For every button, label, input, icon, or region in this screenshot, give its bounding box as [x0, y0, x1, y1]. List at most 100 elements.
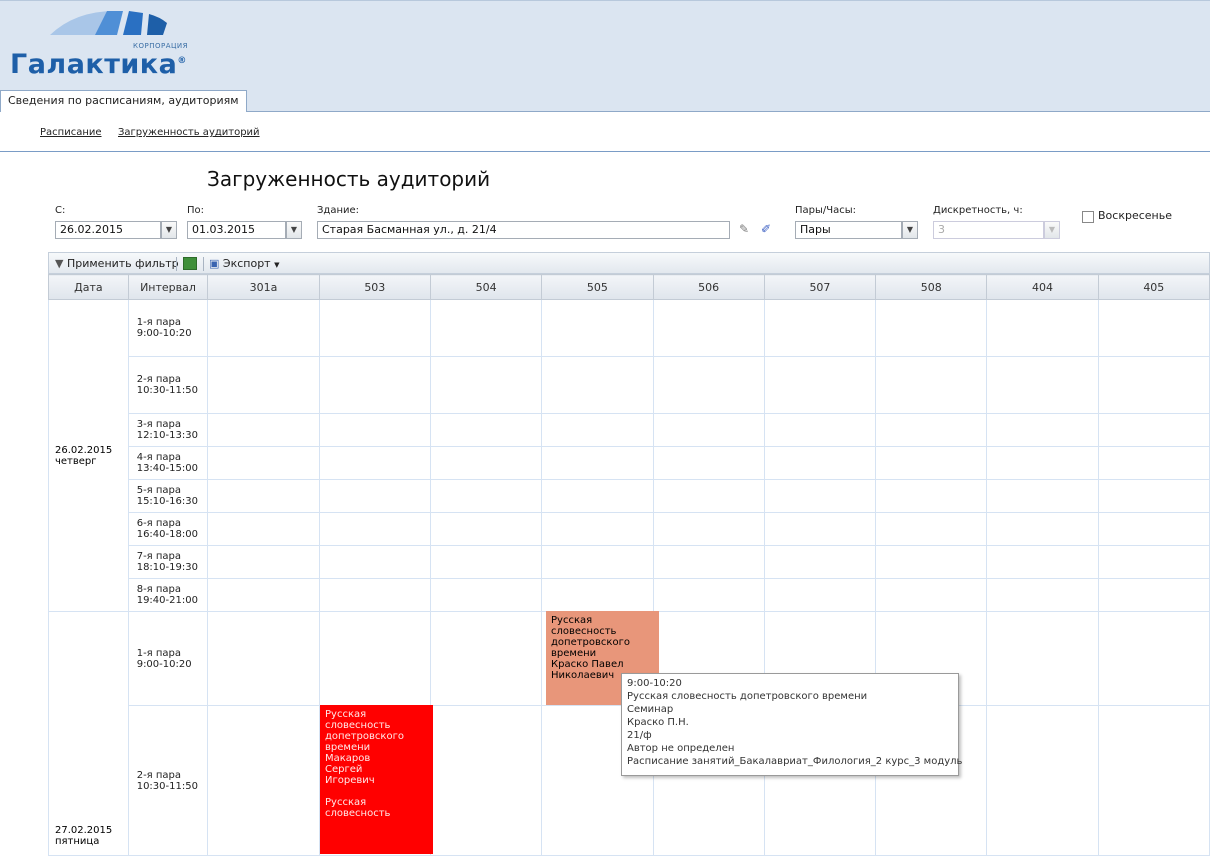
column-header[interactable]: 508: [875, 274, 988, 300]
column-header[interactable]: 507: [763, 274, 877, 300]
room-slot-cell[interactable]: [429, 479, 543, 513]
pairs-select[interactable]: Пары: [795, 221, 902, 239]
column-header[interactable]: 506: [652, 274, 765, 300]
room-slot-cell[interactable]: [429, 413, 543, 447]
room-slot-cell[interactable]: [652, 413, 765, 447]
room-slot-cell[interactable]: [429, 512, 543, 546]
room-slot-cell[interactable]: [875, 446, 988, 480]
room-slot-cell[interactable]: [763, 578, 877, 612]
room-slot-cell[interactable]: [429, 545, 543, 579]
export-button[interactable]: ▣ Экспорт ▼: [209, 256, 279, 273]
room-slot-cell[interactable]: [207, 413, 320, 447]
room-slot-cell[interactable]: [763, 446, 877, 480]
room-slot-cell[interactable]: [318, 446, 431, 480]
room-slot-cell[interactable]: [875, 356, 988, 414]
room-slot-cell[interactable]: [429, 705, 543, 856]
room-slot-cell[interactable]: [318, 299, 431, 357]
room-slot-cell[interactable]: [875, 413, 988, 447]
room-slot-cell[interactable]: [541, 479, 654, 513]
room-slot-cell[interactable]: [875, 299, 988, 357]
to-date-dropdown[interactable]: ▼: [286, 221, 302, 239]
schedule-event-503[interactable]: Русская словесность допетровского времен…: [320, 705, 433, 854]
room-slot-cell[interactable]: [318, 479, 431, 513]
excel-icon[interactable]: [183, 257, 197, 270]
room-slot-cell[interactable]: [207, 446, 320, 480]
room-slot-cell[interactable]: [207, 611, 320, 706]
room-slot-cell[interactable]: [875, 545, 988, 579]
tab-schedule-info[interactable]: Сведения по расписаниям, аудиториям: [0, 90, 247, 112]
apply-filter-button[interactable]: ▼ Применить фильтр: [55, 256, 179, 271]
room-slot-cell[interactable]: [541, 413, 654, 447]
room-slot-cell[interactable]: [541, 446, 654, 480]
room-slot-cell[interactable]: [1097, 446, 1210, 480]
sunday-checkbox[interactable]: [1082, 211, 1094, 223]
room-slot-cell[interactable]: [541, 578, 654, 612]
room-slot-cell[interactable]: [763, 356, 877, 414]
room-slot-cell[interactable]: [763, 299, 877, 357]
room-slot-cell[interactable]: [318, 611, 431, 706]
room-slot-cell[interactable]: [1097, 413, 1210, 447]
column-header[interactable]: Дата: [48, 274, 129, 300]
room-slot-cell[interactable]: [429, 356, 543, 414]
from-date-dropdown[interactable]: ▼: [161, 221, 177, 239]
room-slot-cell[interactable]: [986, 446, 1099, 480]
room-slot-cell[interactable]: [1097, 578, 1210, 612]
room-slot-cell[interactable]: [1097, 479, 1210, 513]
room-slot-cell[interactable]: [875, 578, 988, 612]
room-slot-cell[interactable]: [429, 578, 543, 612]
clear-building-icon[interactable]: ✐: [756, 219, 776, 239]
column-header[interactable]: 503: [318, 274, 431, 300]
room-slot-cell[interactable]: [207, 479, 320, 513]
room-slot-cell[interactable]: [1097, 512, 1210, 546]
room-slot-cell[interactable]: [318, 578, 431, 612]
room-slot-cell[interactable]: [541, 299, 654, 357]
column-header[interactable]: Интервал: [127, 274, 209, 300]
building-field[interactable]: Старая Басманная ул., д. 21/4: [317, 221, 730, 239]
room-slot-cell[interactable]: [429, 299, 543, 357]
room-slot-cell[interactable]: [1097, 545, 1210, 579]
room-slot-cell[interactable]: [429, 611, 543, 706]
room-slot-cell[interactable]: [318, 413, 431, 447]
room-slot-cell[interactable]: [318, 356, 431, 414]
room-slot-cell[interactable]: [429, 446, 543, 480]
room-slot-cell[interactable]: [986, 299, 1099, 357]
pairs-dropdown[interactable]: ▼: [902, 221, 918, 239]
room-slot-cell[interactable]: [1097, 705, 1210, 856]
room-slot-cell[interactable]: [652, 578, 765, 612]
room-slot-cell[interactable]: [652, 356, 765, 414]
room-slot-cell[interactable]: [986, 479, 1099, 513]
room-slot-cell[interactable]: [652, 545, 765, 579]
from-date-field[interactable]: 26.02.2015: [55, 221, 161, 239]
room-slot-cell[interactable]: [207, 545, 320, 579]
room-slot-cell[interactable]: [1097, 356, 1210, 414]
room-slot-cell[interactable]: [652, 299, 765, 357]
column-header[interactable]: 301а: [207, 274, 320, 300]
nav-link-room-load[interactable]: Загруженность аудиторий: [118, 127, 260, 138]
room-slot-cell[interactable]: [986, 413, 1099, 447]
room-slot-cell[interactable]: [652, 479, 765, 513]
room-slot-cell[interactable]: [986, 611, 1099, 706]
room-slot-cell[interactable]: [1097, 611, 1210, 706]
room-slot-cell[interactable]: [318, 512, 431, 546]
nav-link-schedule[interactable]: Расписание: [40, 127, 102, 138]
room-slot-cell[interactable]: [652, 446, 765, 480]
room-slot-cell[interactable]: [763, 512, 877, 546]
room-slot-cell[interactable]: [207, 578, 320, 612]
room-slot-cell[interactable]: [207, 299, 320, 357]
column-header[interactable]: 504: [429, 274, 543, 300]
room-slot-cell[interactable]: [986, 578, 1099, 612]
room-slot-cell[interactable]: [541, 356, 654, 414]
column-header[interactable]: 404: [986, 274, 1099, 300]
room-slot-cell[interactable]: [541, 545, 654, 579]
room-slot-cell[interactable]: [986, 545, 1099, 579]
room-slot-cell[interactable]: [318, 545, 431, 579]
column-header[interactable]: 405: [1097, 274, 1210, 300]
room-slot-cell[interactable]: [207, 512, 320, 546]
room-slot-cell[interactable]: [207, 705, 320, 856]
room-slot-cell[interactable]: [1097, 299, 1210, 357]
room-slot-cell[interactable]: [763, 545, 877, 579]
room-slot-cell[interactable]: [763, 479, 877, 513]
room-slot-cell[interactable]: [763, 413, 877, 447]
room-slot-cell[interactable]: [986, 356, 1099, 414]
room-slot-cell[interactable]: [207, 356, 320, 414]
